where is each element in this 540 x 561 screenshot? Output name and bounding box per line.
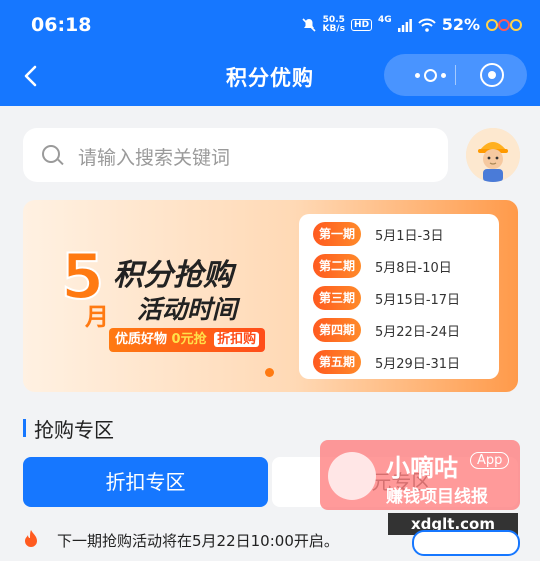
floating-button[interactable] xyxy=(412,530,520,556)
banner-tag-c: 折扣购 xyxy=(214,332,260,347)
battery-percent: 52% xyxy=(441,15,480,34)
avatar[interactable] xyxy=(466,128,520,182)
period-label: 第一期 xyxy=(313,222,361,246)
period-label: 第二期 xyxy=(313,254,361,278)
net-speed-unit: KB/s xyxy=(322,23,346,34)
search-icon xyxy=(42,145,60,163)
carousel-indicator[interactable] xyxy=(265,368,274,377)
wifi-icon xyxy=(417,18,436,32)
mini-program-capsule xyxy=(384,54,527,96)
period-item: 第二期 5月8日-10日 xyxy=(313,252,485,280)
signal-4g: 4G xyxy=(378,14,392,25)
notification-dots-icon xyxy=(486,18,522,31)
hd-badge: HD xyxy=(351,18,373,31)
period-date: 5月1日-3日 xyxy=(375,229,444,244)
section-title: 抢购专区 xyxy=(34,418,114,442)
period-label: 第三期 xyxy=(313,286,361,310)
banner-tag-b: 0元抢 xyxy=(171,332,207,347)
period-item: 第五期 5月29日-31日 xyxy=(313,348,485,376)
capsule-divider xyxy=(455,65,456,85)
search-placeholder: 请输入搜索关键词 xyxy=(78,147,231,169)
next-activity-notice: 下一期抢购活动将在5月22日10:00开启。 xyxy=(57,532,339,550)
search-input[interactable]: 请输入搜索关键词 xyxy=(23,128,448,182)
header-area: 06:18 50.5 KB/s HD 4G 52% 积分优购 xyxy=(0,0,540,106)
watermark-mascot xyxy=(328,452,376,500)
period-item: 第四期 5月22日-24日 xyxy=(313,316,485,344)
banner-title-line1: 积分抢购 xyxy=(113,258,233,293)
banner-title-line2: 活动时间 xyxy=(137,295,238,324)
target-circle-icon[interactable] xyxy=(480,63,504,87)
tab-discount-zone[interactable]: 折扣专区 xyxy=(23,457,268,507)
nav-bar: 积分优购 xyxy=(0,52,540,106)
banner-tag: 优质好物 0元抢 折扣购 xyxy=(109,328,266,352)
banner-tag-a: 优质好物 xyxy=(115,332,168,347)
section-accent-bar xyxy=(23,419,26,437)
mute-icon xyxy=(301,17,316,32)
more-dots-icon[interactable] xyxy=(406,54,454,96)
period-list: 第一期 5月1日-3日 第二期 5月8日-10日 第三期 5月15日-17日 第… xyxy=(299,214,499,379)
status-time: 06:18 xyxy=(31,14,92,36)
period-label: 第四期 xyxy=(313,318,361,342)
period-item: 第三期 5月15日-17日 xyxy=(313,284,485,312)
period-item: 第一期 5月1日-3日 xyxy=(313,220,485,248)
activity-banner[interactable]: 5 月 积分抢购 活动时间 优质好物 0元抢 折扣购 第一期 5月1日-3日 第… xyxy=(23,200,518,392)
status-icons: 50.5 KB/s HD 4G 52% xyxy=(301,15,522,34)
period-date: 5月22日-24日 xyxy=(375,325,461,340)
net-speed: 50.5 KB/s xyxy=(322,15,346,34)
banner-month: 月 xyxy=(85,303,109,331)
period-date: 5月15日-17日 xyxy=(375,293,461,308)
signal-bars-icon xyxy=(397,18,412,32)
fire-icon xyxy=(25,530,37,547)
watermark-slogan: 赚钱项目线报 xyxy=(386,487,488,507)
period-label: 第五期 xyxy=(313,350,361,374)
watermark-name: 小嘀咕 xyxy=(386,454,458,482)
period-date: 5月29日-31日 xyxy=(375,357,461,372)
watermark-overlay: 小嘀咕 App 赚钱项目线报 xyxy=(320,440,520,510)
period-date: 5月8日-10日 xyxy=(375,261,452,276)
status-bar: 06:18 50.5 KB/s HD 4G 52% xyxy=(0,0,540,52)
watermark-app-badge: App xyxy=(470,452,510,469)
